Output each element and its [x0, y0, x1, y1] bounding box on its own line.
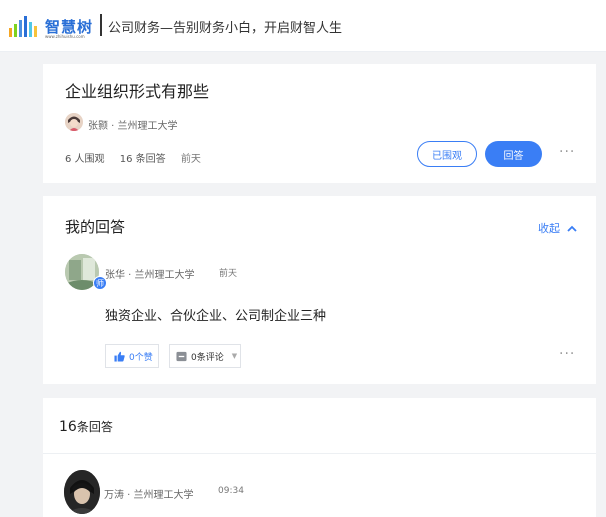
answer-content: 独资企业、合伙企业、公司制企业三种: [105, 309, 327, 324]
responder-avatar[interactable]: [64, 470, 100, 514]
my-answer-title: 我的回答: [65, 218, 126, 236]
collapse-toggle[interactable]: 收起: [538, 220, 577, 236]
question-time: 前天: [180, 154, 201, 165]
chevron-up-icon: [566, 225, 577, 232]
asker-avatar[interactable]: [65, 113, 83, 131]
answers-count-heading: 16条回答: [59, 418, 113, 435]
answers-count-suffix: 条回答: [76, 420, 113, 434]
comment-icon: [176, 351, 187, 361]
answerer-name[interactable]: 张华 · 兰州理工大学: [105, 266, 195, 281]
divider: [43, 453, 596, 454]
logo-url: www.zhihuishu.com: [45, 34, 85, 39]
like-button[interactable]: 0个赞: [105, 344, 159, 368]
answers-count-number: 16: [59, 419, 77, 435]
response-time: 09:34: [218, 486, 244, 496]
question-meta: 6 人围观 16 条回答 前天: [65, 150, 213, 165]
asker-name[interactable]: 张颢 · 兰州理工大学: [88, 117, 178, 132]
answer-time: 前天: [219, 269, 238, 279]
collapse-label: 收起: [538, 222, 560, 235]
header-divider: [100, 14, 102, 36]
responder-name[interactable]: 万涛 · 兰州理工大学: [104, 486, 194, 501]
answer-count: 16 条回答: [119, 154, 166, 165]
answer-button[interactable]: 回答: [485, 141, 542, 167]
more-options-icon[interactable]: ···: [559, 144, 575, 160]
logo-bars-icon: [9, 16, 37, 37]
top-bar: 智慧树 www.zhihuishu.com 公司财务—告别财务小白，开启财智人生: [0, 0, 606, 52]
followed-button[interactable]: 已围观: [417, 141, 477, 167]
answers-list-card: 16条回答 万涛 · 兰州理工大学 09:34: [43, 398, 596, 517]
thumbs-up-icon: [114, 351, 125, 362]
answer-more-icon[interactable]: ···: [559, 346, 575, 362]
question-card: 企业组织形式有那些 张颢 · 兰州理工大学 6 人围观 16 条回答 前天 已围…: [43, 64, 596, 183]
my-answer-card: 我的回答 收起 师 张华 · 兰州理工大学 前天 独资企业、合伙企业、公司制企业…: [43, 196, 596, 384]
like-count: 0个赞: [129, 352, 153, 363]
comment-button[interactable]: 0条评论 ▼: [169, 344, 241, 368]
question-title: 企业组织形式有那些: [65, 82, 210, 101]
site-logo[interactable]: 智慧树 www.zhihuishu.com: [8, 14, 92, 40]
caret-down-icon: ▼: [231, 352, 238, 360]
comment-count: 0条评论: [191, 352, 224, 363]
follower-count: 6 人围观: [65, 154, 105, 165]
course-slogan: 公司财务—告别财务小白，开启财智人生: [108, 21, 343, 36]
